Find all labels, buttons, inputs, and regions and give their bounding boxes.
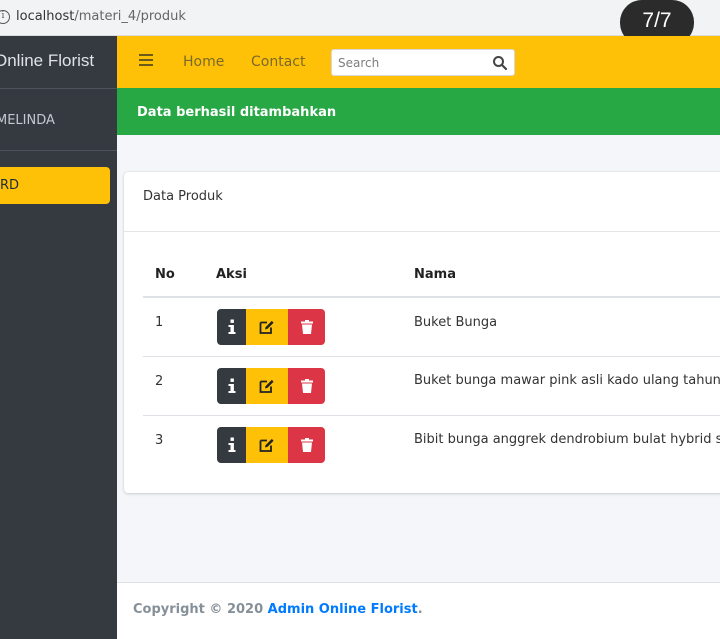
brand-link[interactable]: Online Florist (0, 51, 94, 71)
product-name: Buket bunga mawar pink asli kado ulang t… (414, 373, 720, 388)
edit-icon (259, 438, 274, 452)
hamburger-icon[interactable] (139, 54, 153, 66)
sidebar-divider (0, 150, 117, 151)
page-footer: Copyright © 2020 Admin Online Florist. (117, 582, 720, 639)
trash-icon (300, 320, 313, 334)
copyright-suffix: . (417, 602, 423, 617)
table-header-divider (143, 296, 720, 298)
info-icon (228, 378, 235, 393)
delete-button[interactable] (288, 427, 325, 463)
delete-button[interactable] (288, 368, 325, 404)
url-path: /materi_4/produk (74, 9, 186, 24)
sidebar-item-label: RD (0, 178, 20, 193)
product-card: Data Produk No Aksi Nama 1 Buket Bunga 2… (124, 172, 720, 493)
column-header-nama: Nama (414, 267, 456, 282)
info-button[interactable] (217, 309, 246, 345)
info-icon (228, 319, 235, 334)
delete-button[interactable] (288, 309, 325, 345)
success-alert: Data berhasil ditambahkan (117, 88, 720, 135)
user-name[interactable]: MELINDA (0, 113, 55, 128)
site-info-icon[interactable]: i (0, 10, 10, 24)
product-name: Bibit bunga anggrek dendrobium bulat hyb… (414, 432, 720, 447)
edit-button[interactable] (246, 427, 288, 463)
url-field[interactable]: localhost/materi_4/produk (16, 9, 186, 24)
info-icon (228, 437, 235, 452)
browser-address-bar: i localhost/materi_4/produk (0, 0, 720, 36)
sidebar-divider (0, 88, 117, 89)
action-group (217, 309, 325, 345)
row-number: 2 (155, 374, 164, 389)
edit-icon (259, 379, 274, 393)
sidebar: Online Florist MELINDA RD (0, 36, 117, 639)
nav-contact-link[interactable]: Contact (251, 54, 305, 70)
action-group (217, 427, 325, 463)
card-title: Data Produk (143, 189, 223, 204)
row-number: 1 (155, 315, 164, 330)
alert-message: Data berhasil ditambahkan (137, 105, 337, 120)
column-header-aksi: Aksi (216, 267, 247, 282)
edit-icon (259, 320, 274, 334)
product-name: Buket Bunga (414, 315, 498, 330)
column-header-no: No (155, 267, 175, 282)
search-box (331, 49, 515, 76)
card-header: Data Produk (124, 172, 720, 232)
footer-link[interactable]: Admin Online Florist (268, 602, 418, 617)
edit-button[interactable] (246, 309, 288, 345)
trash-icon (300, 438, 313, 452)
nav-home-link[interactable]: Home (183, 54, 224, 70)
edit-button[interactable] (246, 368, 288, 404)
search-input[interactable] (338, 54, 478, 72)
action-group (217, 368, 325, 404)
top-navbar: Home Contact (117, 36, 720, 88)
trash-icon (300, 379, 313, 393)
info-button[interactable] (217, 427, 246, 463)
url-host: localhost (16, 9, 75, 24)
row-number: 3 (155, 433, 164, 448)
row-divider (143, 415, 720, 416)
sidebar-item-active[interactable]: RD (0, 167, 110, 204)
copyright-text: Copyright © 2020 (133, 602, 268, 617)
row-divider (143, 356, 720, 357)
search-icon[interactable] (492, 55, 508, 71)
info-button[interactable] (217, 368, 246, 404)
